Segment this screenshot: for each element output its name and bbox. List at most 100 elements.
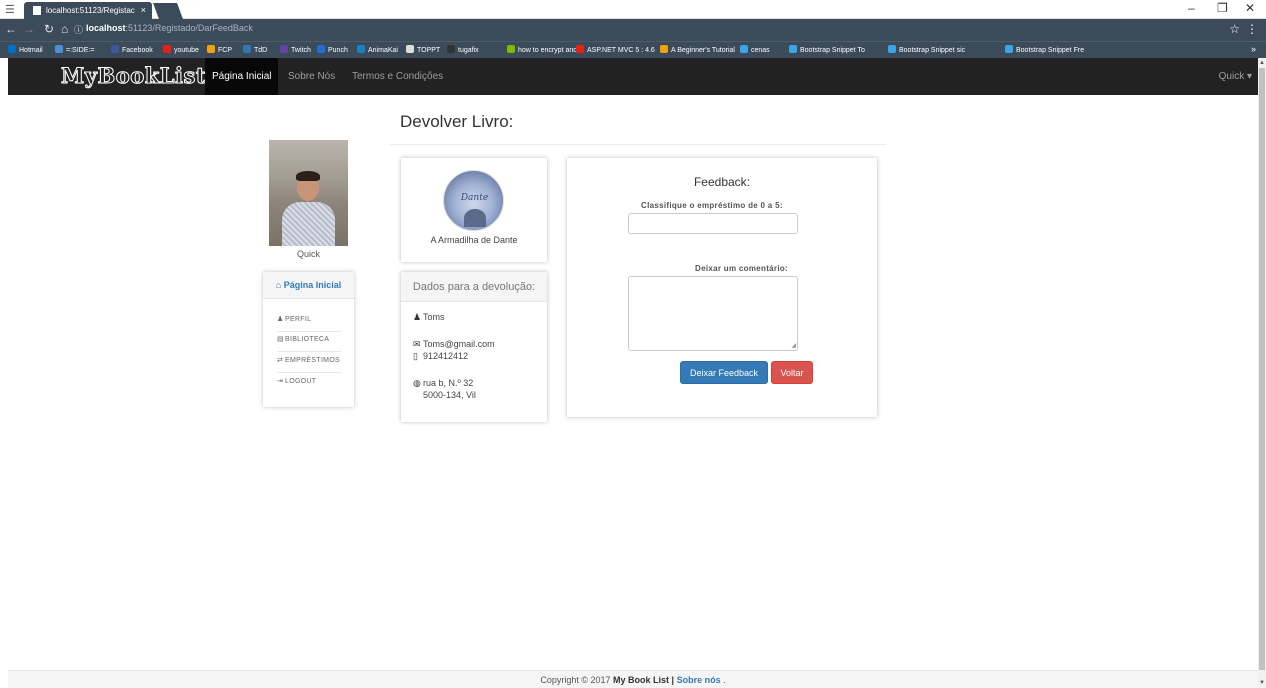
side-menu-home-label: Página Inicial — [283, 280, 342, 290]
browser-menu-icon[interactable]: ⋮ — [1246, 22, 1258, 36]
bookmark-label: TOPPT — [417, 47, 441, 54]
bookmark-item[interactable]: FCP — [207, 45, 232, 56]
resize-grip-icon[interactable]: ◢ — [791, 342, 796, 349]
user-dropdown[interactable]: Quick ▾ — [1219, 58, 1252, 95]
share-icon: ⇄ — [277, 357, 284, 364]
bookmark-favicon-icon — [888, 45, 896, 53]
rating-label: Classifique o empréstimo de 0 a 5: — [641, 201, 783, 210]
nav-terms[interactable]: Termos e Condições — [345, 58, 450, 95]
side-menu-library-label: BIBLIOTECA — [285, 336, 330, 343]
side-menu-profile[interactable]: ♟PERFIL — [263, 311, 354, 329]
home-icon: ⌂ — [275, 280, 284, 290]
close-window-icon[interactable]: ✕ — [1245, 1, 1255, 15]
bookmark-item[interactable]: AnimaKai — [357, 45, 398, 56]
return-email-value: Toms@gmail.com — [423, 339, 495, 349]
nav-about[interactable]: Sobre Nós — [281, 58, 342, 95]
return-info-header: Dados para a devolução: — [401, 272, 547, 302]
browser-toolbar: ← → ↻ ⌂ ⓘ localhost:51123/Registado/DarF… — [0, 19, 1266, 41]
book-icon: ▤ — [277, 336, 284, 343]
bookmark-item[interactable]: Bootstrap Snippet To — [789, 45, 865, 56]
bookmark-label: youtube — [174, 47, 199, 54]
leave-feedback-button[interactable]: Deixar Feedback — [680, 361, 768, 384]
home-icon[interactable]: ⌂ — [61, 22, 68, 36]
footer-about-link[interactable]: Sobre nós — [677, 675, 721, 685]
bookmark-label: Bootstrap Snippet Fre — [1016, 47, 1085, 54]
comment-textarea[interactable]: ◢ — [628, 276, 798, 351]
scroll-up-icon[interactable]: ▲ — [1259, 60, 1265, 66]
url-path: :51123/Registado/DarFeedBack — [125, 23, 253, 33]
bookmark-favicon-icon — [111, 45, 119, 53]
bookmark-label: AnimaKai — [368, 47, 398, 54]
side-menu-home[interactable]: ⌂ Página Inicial — [263, 272, 354, 299]
reload-icon[interactable]: ↻ — [44, 22, 54, 36]
bookmark-item[interactable]: cenas — [740, 45, 770, 56]
bookmark-item[interactable]: Bootstrap Snippet sic — [888, 45, 965, 56]
page-scrollbar[interactable]: ▲ ▼ — [1258, 58, 1266, 688]
info-icon[interactable]: ⓘ — [74, 23, 83, 36]
bookmark-label: Facebook — [122, 47, 153, 54]
back-button[interactable]: Voltar — [771, 361, 813, 384]
bookmark-item[interactable]: youtube — [163, 45, 199, 56]
bookmark-item[interactable]: TOPPT — [406, 45, 440, 56]
bookmark-favicon-icon — [243, 45, 251, 53]
bookmark-favicon-icon — [660, 45, 668, 53]
footer: Copyright © 2017 My Book List | Sobre nó… — [8, 670, 1258, 688]
new-tab-button[interactable] — [153, 3, 183, 19]
bookmark-label: Punch — [328, 47, 348, 54]
bookmark-favicon-icon — [357, 45, 365, 53]
maximize-icon[interactable]: ❐ — [1217, 1, 1228, 15]
bookmark-item[interactable]: TdD — [243, 45, 267, 56]
bookmark-item[interactable]: Facebook — [111, 45, 153, 56]
bookmark-favicon-icon — [507, 45, 515, 53]
bookmark-favicon-icon — [406, 45, 414, 53]
feedback-card: Feedback: Classifique o empréstimo de 0 … — [567, 158, 877, 417]
return-phone: ▯ 912412412 — [413, 351, 468, 362]
bookmark-favicon-icon — [576, 45, 584, 53]
bookmark-item[interactable]: A Beginner's Tutorial — [660, 45, 735, 56]
bookmark-favicon-icon — [789, 45, 797, 53]
book-cover: Dante — [443, 170, 504, 231]
bookmark-favicon-icon — [740, 45, 748, 53]
rating-input[interactable] — [628, 213, 798, 234]
tab-menu-icon[interactable]: ☰ — [5, 3, 15, 16]
book-title: A Armadilha de Dante — [430, 235, 518, 245]
scroll-down-icon[interactable]: ▼ — [1259, 680, 1265, 686]
minimize-icon[interactable]: – — [1188, 1, 1195, 15]
bookmark-item[interactable]: how to encrypt and d — [507, 45, 583, 56]
side-menu: ⌂ Página Inicial ♟PERFIL ▤BIBLIOTECA ⇄ EM… — [263, 272, 354, 407]
user-icon: ♟ — [277, 316, 284, 323]
scroll-thumb[interactable] — [1259, 68, 1265, 670]
bookmark-item[interactable]: Bootstrap Snippet Fre — [1005, 45, 1084, 56]
bookmark-label: cenas — [751, 47, 770, 54]
bookmark-item[interactable]: Twitch — [280, 45, 311, 56]
bookmark-label: A Beginner's Tutorial — [671, 47, 735, 54]
tab-title: localhost:51123/Registac — [46, 6, 135, 15]
return-name-value: Toms — [423, 312, 445, 322]
nav-home[interactable]: Página Inicial — [205, 58, 279, 95]
bookmark-item[interactable]: ASP.NET MVC 5 : 4.6 — [576, 45, 655, 56]
side-menu-loans[interactable]: ⇄ EMPRÉSTIMOS — [263, 352, 354, 370]
return-address-line2: 5000-134, Vil — [423, 390, 476, 400]
photo-hair — [296, 171, 320, 181]
forward-icon[interactable]: → — [23, 22, 35, 36]
side-menu-library[interactable]: ▤BIBLIOTECA — [263, 331, 354, 349]
bookmark-star-icon[interactable]: ☆ — [1229, 22, 1240, 36]
bookmark-favicon-icon — [317, 45, 325, 53]
feedback-title: Feedback: — [693, 175, 751, 189]
user-icon: ♟ — [413, 312, 422, 322]
bookmark-item[interactable]: tugafix — [447, 45, 479, 56]
browser-tab[interactable]: localhost:51123/Registac × — [24, 2, 152, 19]
footer-copyright: Copyright © 2017 — [540, 675, 611, 685]
side-menu-logout[interactable]: ⇥ LOGOUT — [263, 373, 354, 391]
return-address-line1: rua b, N.º 32 — [423, 378, 474, 388]
bookmarks-more-icon[interactable]: » — [1251, 44, 1256, 54]
back-icon[interactable]: ← — [5, 22, 17, 36]
bookmark-item[interactable]: =:SIDE:= — [55, 45, 94, 56]
photo-body — [282, 202, 335, 246]
bookmark-item[interactable]: Hotmail — [8, 45, 43, 56]
brand-logo[interactable]: MyBookList — [60, 63, 206, 89]
tab-close-icon[interactable]: × — [141, 2, 146, 19]
return-email: ✉ Toms@gmail.com — [413, 339, 495, 350]
url-bar[interactable]: localhost:51123/Registado/DarFeedBack — [86, 23, 253, 33]
bookmark-item[interactable]: Punch — [317, 45, 348, 56]
